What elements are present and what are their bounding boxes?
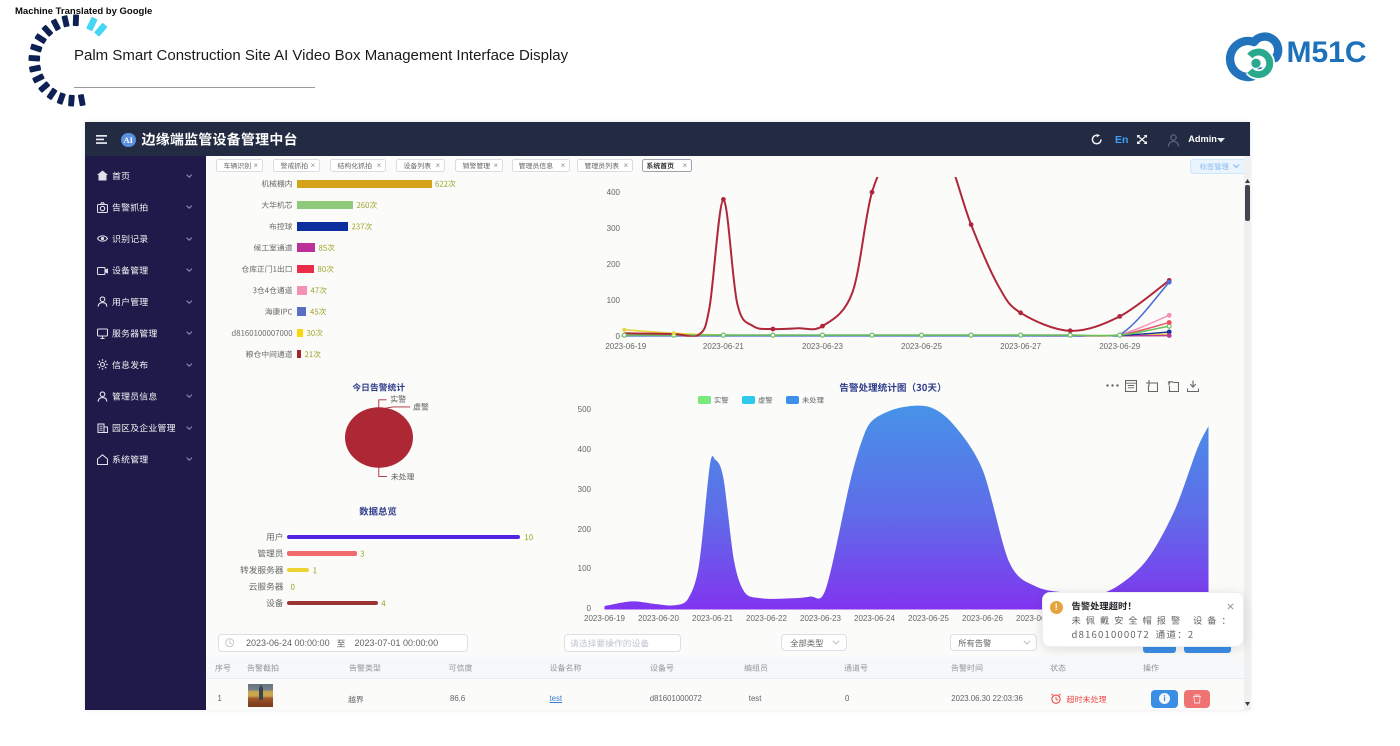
svg-text:M51C: M51C [1287, 36, 1367, 69]
